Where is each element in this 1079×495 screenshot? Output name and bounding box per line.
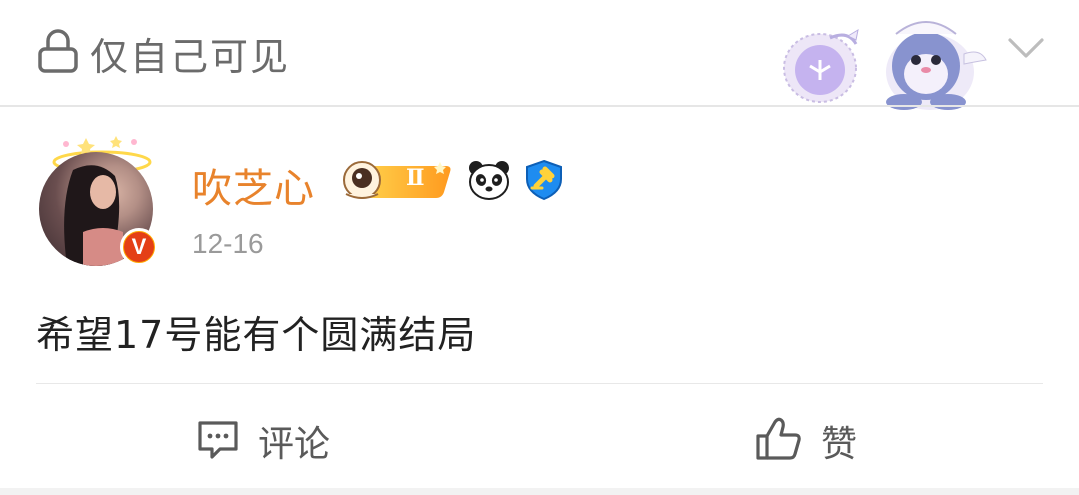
- bottom-separator: [0, 488, 1079, 495]
- decoration-sticker: [780, 8, 990, 114]
- avatar[interactable]: V: [36, 132, 162, 268]
- comment-button[interactable]: 评论: [196, 415, 330, 467]
- author-name[interactable]: 吹芝心: [192, 156, 315, 214]
- like-label: 赞: [821, 424, 858, 465]
- privacy-label: 仅自己可见: [90, 34, 291, 79]
- verified-badge-letter: V: [131, 234, 147, 259]
- comment-icon: [196, 417, 240, 465]
- chevron-down-icon[interactable]: [1006, 36, 1046, 66]
- author-badges: Ⅱ: [336, 158, 566, 206]
- post-header-bar: 仅自己可见: [0, 0, 1079, 110]
- content-divider: [36, 383, 1043, 384]
- post-text: 希望17号能有个圆满结局: [36, 313, 477, 357]
- level-roman: Ⅱ: [406, 165, 425, 191]
- privacy-indicator: 仅自己可见: [38, 29, 290, 79]
- like-button[interactable]: 赞: [755, 415, 857, 467]
- header-divider: [0, 105, 1079, 107]
- verified-badge: V: [120, 228, 158, 266]
- comment-label: 评论: [258, 424, 331, 465]
- panda-badge[interactable]: [466, 158, 512, 206]
- thumbs-up-icon: [755, 416, 803, 466]
- shield-badge[interactable]: [522, 158, 566, 206]
- astronaut-level-badge[interactable]: [336, 158, 454, 206]
- lock-icon: [38, 29, 78, 77]
- post-timestamp: 12-16: [192, 228, 264, 259]
